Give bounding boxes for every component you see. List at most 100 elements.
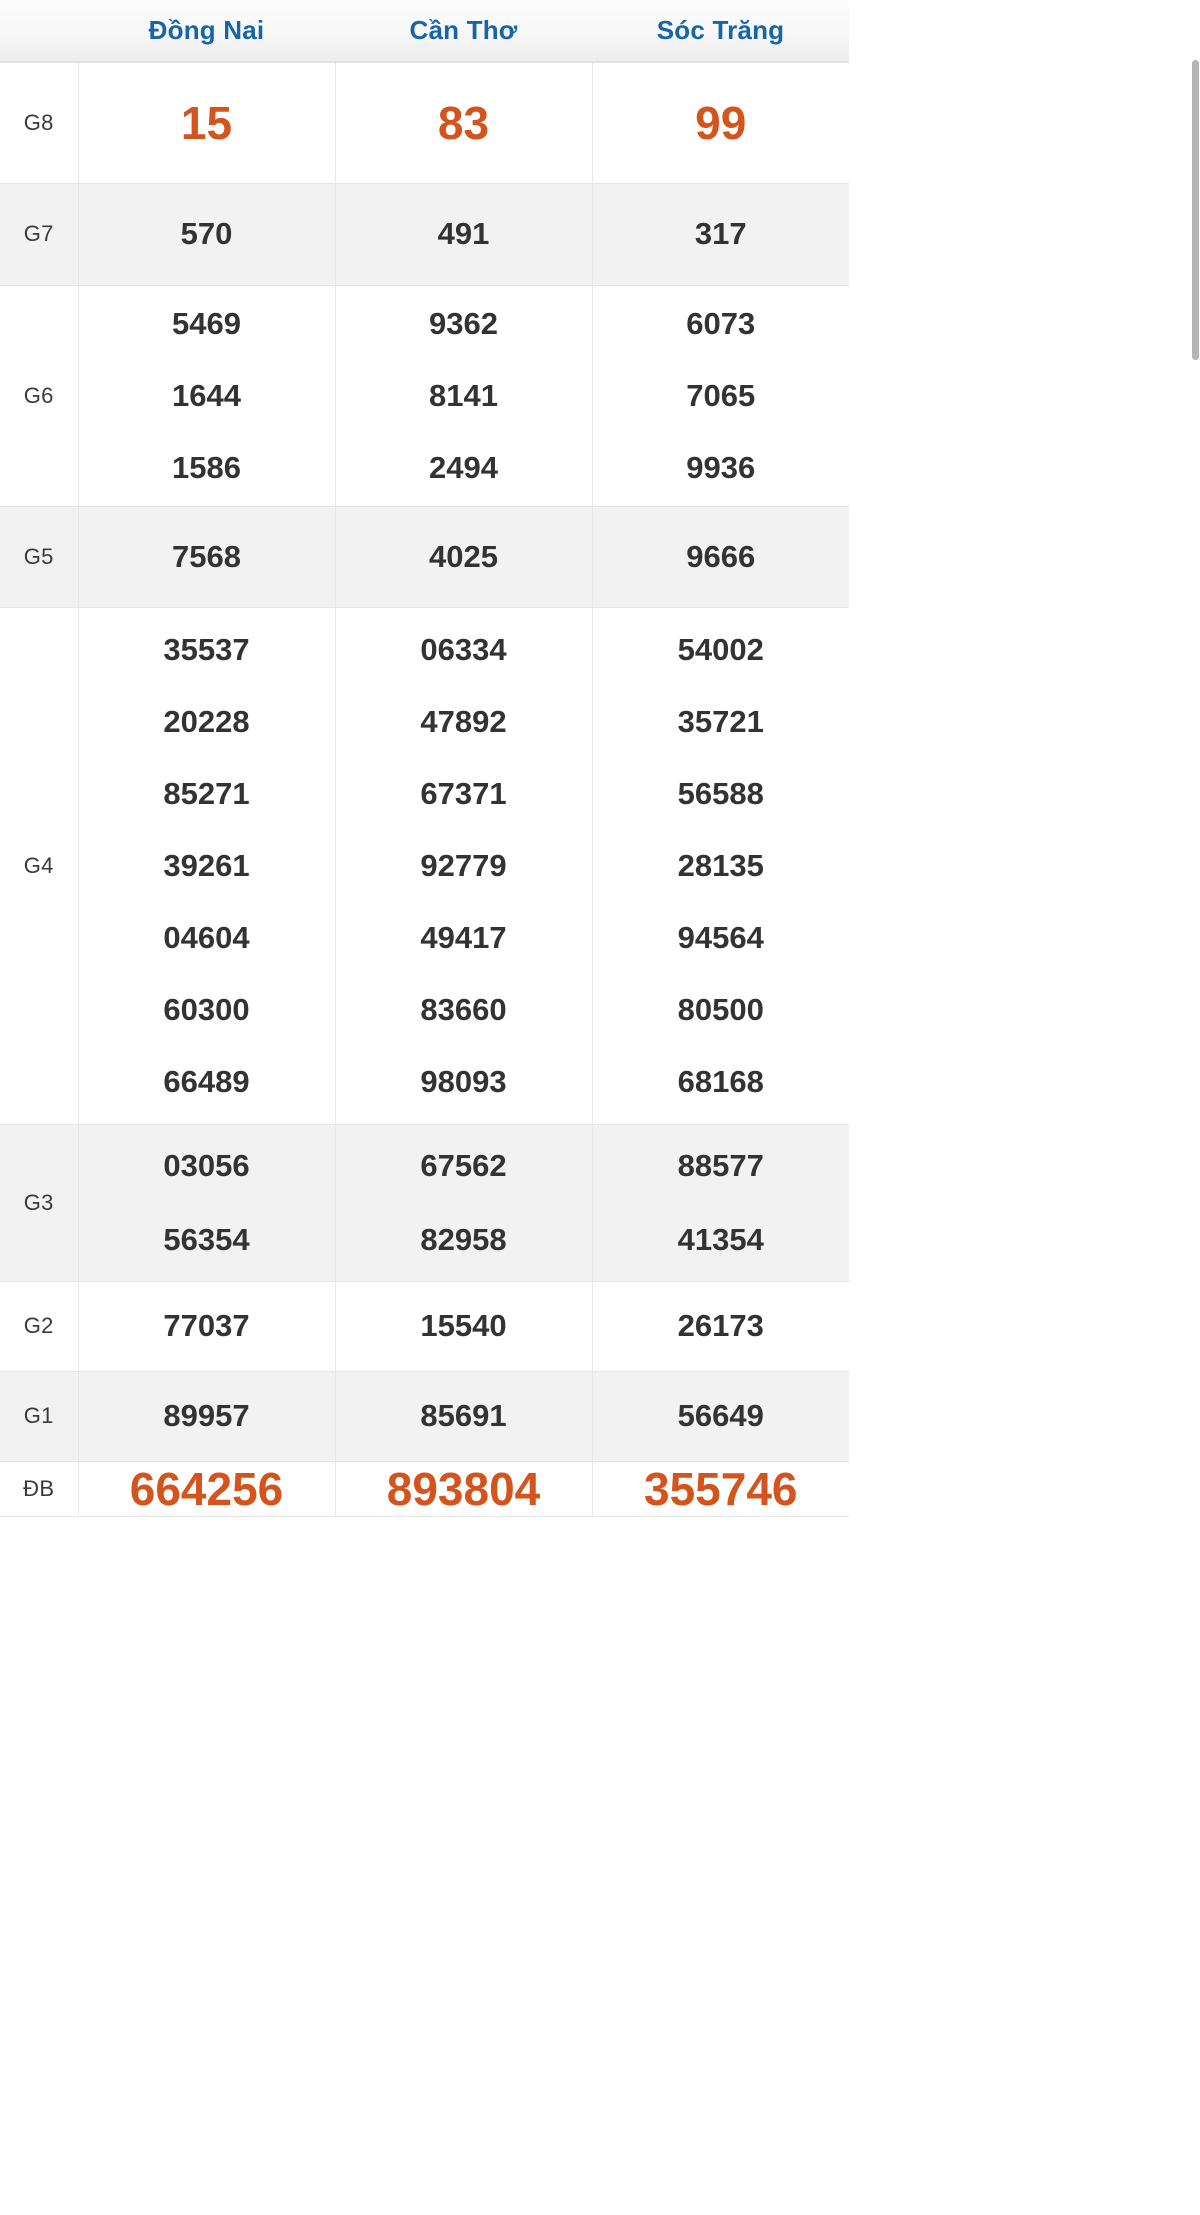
lottery-number: 7065	[686, 377, 756, 413]
lottery-number: 89957	[163, 1398, 250, 1433]
table-row-g1: G1 89957 85691 56649	[0, 1371, 849, 1462]
lottery-number: 664256	[129, 1462, 284, 1515]
prize-label-g7: G7	[0, 183, 79, 286]
lottery-number: 83	[437, 96, 490, 149]
table-row-g7: G7 570 491 317	[0, 183, 849, 286]
lottery-number: 47892	[420, 703, 507, 739]
prize-value-b-col3: 355746	[592, 1461, 849, 1517]
lottery-number: 39261	[163, 847, 250, 883]
lottery-number: 49417	[420, 919, 507, 955]
lottery-number: 67371	[420, 775, 507, 811]
lottery-number-stack: 88577 41354	[593, 1125, 850, 1281]
header-province-can-tho[interactable]: Cần Thơ	[335, 0, 592, 63]
prize-value-g2-col1: 77037	[78, 1281, 336, 1372]
table-row-g3: G3 03056 56354 67562 82958 88577 41354	[0, 1124, 850, 1282]
lottery-number: 20228	[163, 703, 250, 739]
lottery-number: 83660	[420, 991, 507, 1027]
lottery-number: 4025	[429, 538, 498, 574]
prize-value-g1-col1: 89957	[78, 1371, 336, 1462]
table-body: G8 15 83 99 G7 570 491 317 G6 5469 1644 1586 9362 814…	[0, 62, 850, 1517]
lottery-number: 06334	[420, 631, 507, 667]
prize-value-g1-col2: 85691	[335, 1371, 593, 1462]
lottery-results-table: Đồng Nai Cần Thơ Sóc Trăng G8 15 83 99 G7 570…	[0, 0, 849, 1517]
prize-value-g5-col1: 7568	[78, 506, 336, 608]
lottery-number: 5469	[172, 305, 241, 341]
header-province-dong-nai[interactable]: Đồng Nai	[78, 0, 335, 63]
lottery-number: 6073	[686, 305, 756, 341]
lottery-number: 15540	[420, 1308, 507, 1343]
prize-value-g5-col3: 9666	[592, 506, 849, 608]
lottery-number: 85691	[420, 1398, 507, 1433]
table-header: Đồng Nai Cần Thơ Sóc Trăng	[0, 0, 849, 63]
lottery-number: 355746	[644, 1462, 798, 1515]
vertical-scrollbar[interactable]	[1190, 0, 1200, 2215]
lottery-number-stack: 6073 7065 9936	[593, 286, 850, 506]
prize-value-g7-col3: 317	[592, 183, 849, 286]
lottery-number: 80500	[677, 991, 764, 1027]
lottery-number: 28135	[677, 847, 764, 883]
right-gutter	[849, 0, 1200, 2215]
lottery-number: 88577	[677, 1147, 764, 1183]
results-table-wrapper: Đồng Nai Cần Thơ Sóc Trăng G8 15 83 99 G7 570…	[0, 0, 849, 2215]
header-row: Đồng Nai Cần Thơ Sóc Trăng	[0, 0, 849, 63]
lottery-number: 82958	[420, 1221, 507, 1257]
prize-value-g8-col3: 99	[592, 62, 849, 184]
lottery-number: 85271	[163, 775, 250, 811]
lottery-number: 67562	[420, 1147, 507, 1183]
lottery-number-stack: 06334 47892 67371 92779 49417 83660 98093	[336, 608, 592, 1124]
lottery-number: 66489	[163, 1063, 250, 1099]
lottery-number: 94564	[677, 919, 764, 955]
lottery-number: 04604	[163, 919, 250, 955]
prize-value-g6-col3: 6073 7065 9936	[592, 285, 850, 507]
table-row-g2: G2 77037 15540 26173	[0, 1281, 849, 1372]
prize-value-g3-col2: 67562 82958	[335, 1124, 593, 1282]
header-province-soc-trang[interactable]: Sóc Trăng	[592, 0, 849, 63]
prize-value-g7-col2: 491	[335, 183, 593, 286]
prize-value-g6-col1: 5469 1644 1586	[78, 285, 336, 507]
prize-label-g3: G3	[0, 1124, 79, 1282]
lottery-number: 15	[180, 96, 233, 149]
lottery-number: 99	[695, 96, 747, 149]
prize-value-g5-col2: 4025	[335, 506, 593, 608]
lottery-number: 60300	[163, 991, 250, 1027]
lottery-number: 68168	[677, 1063, 764, 1099]
lottery-number-stack: 54002 35721 56588 28135 94564 80500 68168	[593, 608, 850, 1124]
lottery-number: 56649	[677, 1398, 764, 1433]
prize-value-g1-col3: 56649	[592, 1371, 849, 1462]
lottery-number-stack: 5469 1644 1586	[79, 286, 335, 506]
lottery-number: 03056	[163, 1147, 250, 1183]
prize-label-g8: G8	[0, 62, 79, 184]
lottery-number: 26173	[677, 1308, 764, 1343]
prize-label-g4: G4	[0, 607, 79, 1125]
lottery-number: 1586	[172, 449, 241, 485]
prize-value-g8-col1: 15	[78, 62, 336, 184]
prize-label-b: ĐB	[0, 1461, 79, 1517]
lottery-number: 9936	[686, 449, 756, 485]
lottery-number: 56588	[677, 775, 764, 811]
prize-label-g1: G1	[0, 1371, 79, 1462]
lottery-number-stack: 67562 82958	[336, 1125, 592, 1281]
prize-value-b-col1: 664256	[78, 1461, 336, 1517]
lottery-number: 9362	[429, 305, 498, 341]
lottery-number: 2494	[429, 449, 498, 485]
lottery-number: 1644	[172, 377, 241, 413]
lottery-number: 317	[694, 216, 747, 251]
prize-value-g4-col3: 54002 35721 56588 28135 94564 80500 68168	[592, 607, 850, 1125]
prize-label-g6: G6	[0, 285, 79, 507]
prize-value-g2-col3: 26173	[592, 1281, 849, 1372]
lottery-number: 570	[180, 216, 233, 251]
lottery-results-screen: Đồng Nai Cần Thơ Sóc Trăng G8 15 83 99 G7 570…	[0, 0, 1200, 2215]
prize-value-g8-col2: 83	[335, 62, 593, 184]
lottery-number-stack: 35537 20228 85271 39261 04604 60300 66489	[79, 608, 335, 1124]
scrollbar-thumb[interactable]	[1192, 60, 1199, 360]
prize-value-g3-col3: 88577 41354	[592, 1124, 850, 1282]
lottery-number: 77037	[163, 1308, 250, 1343]
lottery-number: 98093	[420, 1063, 507, 1099]
lottery-number: 9666	[686, 538, 756, 574]
prize-value-g4-col2: 06334 47892 67371 92779 49417 83660 98093	[335, 607, 593, 1125]
prize-label-g5: G5	[0, 506, 79, 608]
table-row-g4: G4 35537 20228 85271 39261 04604 60300 66489 063…	[0, 607, 850, 1125]
lottery-number: 893804	[386, 1462, 541, 1515]
lottery-number: 7568	[172, 538, 241, 574]
lottery-number-stack: 03056 56354	[79, 1125, 335, 1281]
